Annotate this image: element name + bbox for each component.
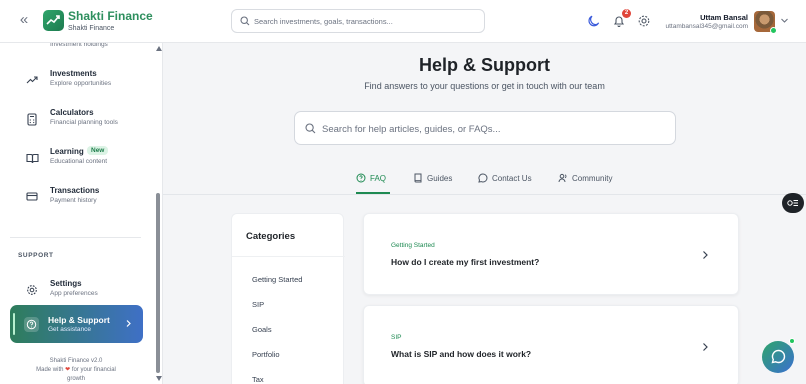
sidebar-item-title: Investments xyxy=(50,69,97,78)
sidebar-item-settings[interactable]: Settings App preferences xyxy=(0,276,152,306)
notification-badge: 2 xyxy=(622,9,631,18)
chat-button[interactable] xyxy=(762,341,794,373)
category-item[interactable]: SIP xyxy=(252,300,264,309)
chat-bubble-icon xyxy=(771,349,786,364)
made-with-text: Made with ❤ for your financial xyxy=(0,366,152,375)
heart-icon: ❤ xyxy=(65,367,71,373)
sidebar-item-calculators[interactable]: Calculators Financial planning tools xyxy=(0,105,152,135)
brand-name: Shakti Finance xyxy=(68,9,153,23)
sidebar-scrollbar-thumb[interactable] xyxy=(156,193,160,373)
categories-divider xyxy=(232,256,345,257)
search-icon xyxy=(240,16,250,26)
tab-faq[interactable]: FAQ xyxy=(356,171,390,194)
help-search-input[interactable] xyxy=(322,121,662,137)
sidebar-item-investments[interactable]: Investments Explore opportunities xyxy=(0,66,152,96)
page-title: Help & Support xyxy=(419,55,550,75)
sidebar-item-subtitle: Get assistance xyxy=(48,326,91,333)
sidebar-item-subtitle: Payment history xyxy=(50,197,97,204)
sidebar-item-sub-cut: Investment holdings xyxy=(50,43,108,48)
book-icon xyxy=(414,173,422,183)
faq-item[interactable]: SIP What is SIP and how does it work? xyxy=(363,305,739,384)
chat-online-dot xyxy=(789,338,795,344)
sidebar-footer: Shakti Finance v2.0 Made with ❤ for your… xyxy=(0,357,152,384)
tab-label: Community xyxy=(572,174,613,183)
sidebar-item-title: Calculators xyxy=(50,108,94,117)
global-search-input[interactable] xyxy=(254,14,474,29)
sidebar-item-title: Settings xyxy=(50,279,82,288)
sidebar-divider xyxy=(10,237,141,238)
collapse-sidebar-icon[interactable]: « xyxy=(16,12,32,28)
floating-panel-toggle[interactable] xyxy=(782,193,804,213)
scroll-up-arrow[interactable] xyxy=(156,46,162,51)
book-icon xyxy=(26,153,39,164)
tab-label: FAQ xyxy=(370,174,387,183)
scroll-down-arrow[interactable] xyxy=(156,376,162,381)
calculator-icon xyxy=(27,113,37,126)
sidebar-item-title: Transactions xyxy=(50,186,100,195)
panel-list-icon xyxy=(787,200,798,206)
trending-up-icon xyxy=(26,76,38,84)
sidebar-item-subtitle: Educational content xyxy=(50,158,108,165)
online-status-dot xyxy=(770,27,777,34)
sidebar-item-subtitle: App preferences xyxy=(50,290,98,297)
made-with-end: growth xyxy=(66,376,85,382)
tab-community[interactable]: Community xyxy=(558,171,616,194)
search-icon xyxy=(305,123,316,134)
faq-category: Getting Started xyxy=(391,242,435,249)
sidebar-item-subtitle: Explore opportunities xyxy=(50,80,112,87)
gear-icon xyxy=(27,285,37,295)
page-subtitle: Find answers to your questions or get in… xyxy=(364,81,605,91)
top-header: « Shakti Finance Shakti Finance 2 Uttam … xyxy=(0,0,806,43)
faq-question: How do I create my first investment? xyxy=(391,257,540,267)
global-search[interactable] xyxy=(231,9,485,33)
message-circle-icon xyxy=(478,173,488,183)
brand-subtitle: Shakti Finance xyxy=(68,25,115,32)
active-indicator xyxy=(13,313,15,335)
help-circle-icon xyxy=(356,173,366,183)
sidebar-item-title: Learning xyxy=(50,147,84,156)
moon-icon[interactable] xyxy=(587,14,601,28)
sidebar-item-help-support[interactable]: Help & Support Get assistance xyxy=(10,305,143,343)
user-email: uttambansal345@gmail.com xyxy=(665,23,748,30)
tab-label: Contact Us xyxy=(492,174,532,183)
faq-category: SIP xyxy=(391,334,402,341)
made-with-prefix: Made with xyxy=(36,367,64,373)
support-section-label: SUPPORT xyxy=(18,252,54,259)
chevron-right-icon xyxy=(126,320,131,327)
app-version: Shakti Finance v2.0 xyxy=(49,358,103,364)
tab-contact-us[interactable]: Contact Us xyxy=(478,171,534,194)
faq-question: What is SIP and how does it work? xyxy=(391,349,532,359)
sidebar-item-title: Help & Support xyxy=(48,315,110,325)
credit-card-icon xyxy=(26,192,38,201)
category-item[interactable]: Goals xyxy=(252,325,272,334)
help-search[interactable] xyxy=(294,111,676,145)
sidebar: Investment holdings Investments Explore … xyxy=(0,43,163,384)
help-circle-icon xyxy=(24,317,39,332)
chevron-right-icon xyxy=(703,343,708,351)
category-item[interactable]: Getting Started xyxy=(252,275,302,284)
faq-item[interactable]: Getting Started How do I create my first… xyxy=(363,213,739,295)
brand-logo[interactable] xyxy=(43,10,64,31)
made-with-suffix: for your financial xyxy=(71,367,116,373)
sidebar-item-transactions[interactable]: Transactions Payment history xyxy=(0,183,152,213)
sidebar-item-learning[interactable]: Learning New Educational content xyxy=(0,144,152,174)
new-badge: New xyxy=(87,146,109,155)
chevron-right-icon xyxy=(703,251,708,259)
tabs-divider xyxy=(163,194,806,195)
category-item[interactable]: Tax xyxy=(252,375,264,384)
categories-title: Categories xyxy=(246,231,296,242)
users-icon xyxy=(558,173,567,183)
categories-card: Categories Getting Started SIP Goals Por… xyxy=(231,213,345,384)
tab-label: Guides xyxy=(427,174,453,183)
gear-icon[interactable] xyxy=(637,14,651,28)
category-item[interactable]: Portfolio xyxy=(252,350,280,359)
user-name: Uttam Bansal xyxy=(700,13,748,22)
tab-guides[interactable]: Guides xyxy=(413,171,453,194)
sidebar-item-subtitle: Financial planning tools xyxy=(50,119,118,126)
chevron-down-icon[interactable] xyxy=(780,16,789,25)
